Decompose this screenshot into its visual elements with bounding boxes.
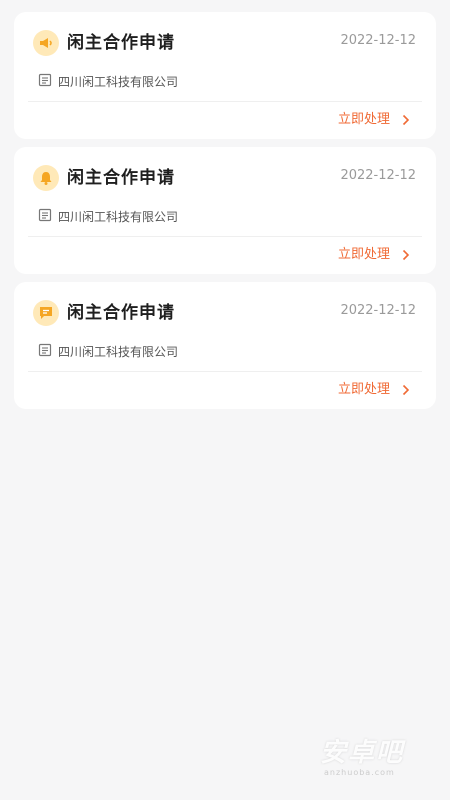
process-now-label: 立即处理	[337, 382, 390, 397]
notification-date: 2022-12-12	[340, 303, 416, 318]
notification-title: 闲主合作申请	[67, 303, 175, 323]
chevron-right-icon	[402, 249, 410, 261]
process-now-button[interactable]: 立即处理	[338, 245, 410, 265]
process-now-label: 立即处理	[337, 112, 390, 127]
company-name: 四川闲工科技有限公司	[58, 74, 179, 89]
company-row: 四川闲工科技有限公司	[38, 72, 178, 91]
notification-title: 闲主合作申请	[67, 168, 175, 188]
chevron-right-icon	[402, 114, 410, 126]
document-icon	[38, 342, 52, 361]
notification-title: 闲主合作申请	[67, 33, 175, 53]
company-row: 四川闲工科技有限公司	[38, 342, 178, 361]
notification-card: 闲主合作申请 2022-12-12 四川闲工科技有限公司 立即处理	[14, 12, 436, 139]
message-icon	[33, 300, 59, 326]
chevron-right-icon	[402, 384, 410, 396]
megaphone-icon	[33, 30, 59, 56]
company-name: 四川闲工科技有限公司	[58, 344, 179, 359]
process-now-button[interactable]: 立即处理	[338, 110, 410, 130]
divider	[28, 371, 422, 372]
notification-card: 闲主合作申请 2022-12-12 四川闲工科技有限公司 立即处理	[14, 147, 436, 274]
document-icon	[38, 72, 52, 91]
notification-list: 闲主合作申请 2022-12-12 四川闲工科技有限公司 立即处理 闲主合作申请…	[14, 12, 436, 417]
company-name: 四川闲工科技有限公司	[58, 209, 179, 224]
company-row: 四川闲工科技有限公司	[38, 207, 178, 226]
divider	[28, 101, 422, 102]
process-now-button[interactable]: 立即处理	[338, 380, 410, 400]
document-icon	[38, 207, 52, 226]
notification-card: 闲主合作申请 2022-12-12 四川闲工科技有限公司 立即处理	[14, 282, 436, 409]
watermark: 安卓吧 anzhuoba.com	[320, 732, 430, 782]
process-now-label: 立即处理	[337, 247, 390, 262]
bell-icon	[33, 165, 59, 191]
divider	[28, 236, 422, 237]
watermark-text: 安卓吧	[320, 738, 405, 768]
notification-date: 2022-12-12	[340, 33, 416, 48]
watermark-subtext: anzhuoba.com	[324, 768, 395, 777]
notification-date: 2022-12-12	[340, 168, 416, 183]
